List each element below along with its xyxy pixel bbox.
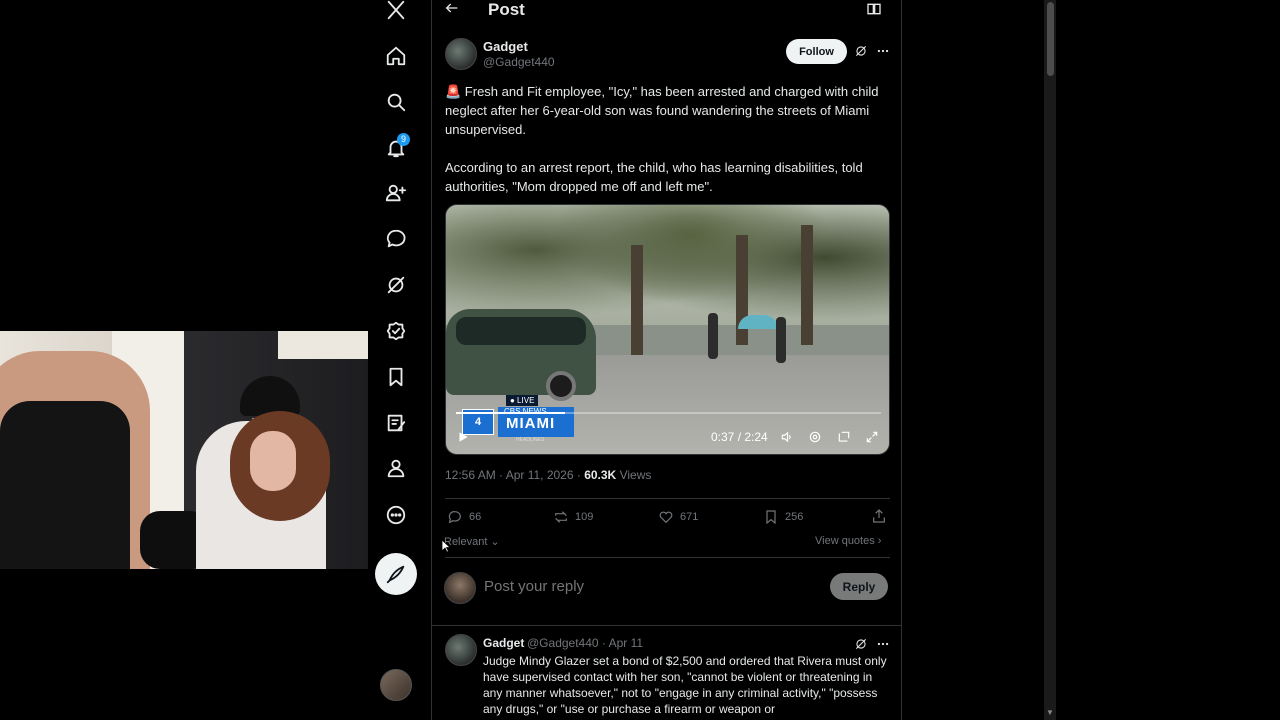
webcam-person-left-shirt	[0, 401, 130, 569]
city-name: MIAMI	[506, 415, 556, 432]
sort-dropdown[interactable]: Relevant ⌄	[444, 535, 500, 548]
scroll-down-arrow-icon[interactable]: ▼	[1046, 708, 1054, 717]
video-progress-bar[interactable]	[456, 412, 881, 414]
follow-icon[interactable]	[372, 173, 420, 213]
mouse-cursor-icon	[441, 539, 452, 553]
reply-more-icon[interactable]	[876, 637, 890, 651]
video-player[interactable]: ● LIVE 4 CBS NEWS MIAMI HEADLINES 0:37 /…	[445, 204, 890, 455]
share-icon[interactable]	[871, 508, 887, 524]
more-icon[interactable]	[372, 495, 420, 535]
like-count: 671	[680, 511, 699, 523]
video-person	[776, 317, 786, 363]
bookmarks-icon[interactable]	[372, 357, 420, 397]
video-van-window	[456, 317, 586, 345]
video-umbrella	[738, 315, 778, 329]
logo-subtitle: HEADLINES	[516, 437, 545, 443]
like-action[interactable]: 671	[658, 508, 698, 526]
post-meta: 12:56 AM · Apr 11, 2026 · 60.3K Views	[445, 468, 651, 482]
repost-action[interactable]: 109	[553, 508, 593, 526]
messages-icon[interactable]	[372, 219, 420, 259]
view-quotes-link[interactable]: View quotes ›	[815, 535, 881, 547]
play-icon[interactable]	[456, 430, 472, 446]
post-body: 🚨 Fresh and Fit employee, "Icy," has bee…	[445, 82, 890, 196]
reply-composer: Reply	[432, 560, 902, 626]
reply-icon	[448, 511, 461, 524]
siren-emoji: 🚨	[445, 84, 462, 99]
reader-mode-icon[interactable]	[866, 1, 884, 19]
reply-input[interactable]	[484, 578, 784, 595]
webcam-overlay: N-GIN	[0, 331, 368, 569]
search-icon[interactable]	[372, 82, 420, 122]
page-title: Post	[488, 0, 525, 19]
nav-rail: 9	[372, 0, 420, 720]
post-column: Post Gadget @Gadget440 Follow 🚨 Fresh an…	[431, 0, 902, 720]
account-avatar[interactable]	[380, 669, 412, 701]
grok-explain-icon[interactable]	[854, 637, 868, 651]
reply-author-meta[interactable]: @Gadget440 · Apr 11	[527, 636, 643, 650]
verified-icon[interactable]	[372, 311, 420, 351]
divider	[445, 557, 890, 558]
video-time: 0:37 / 2:24	[711, 430, 768, 444]
video-person	[708, 313, 718, 359]
video-progress-fill	[456, 412, 566, 414]
notifications-badge: 9	[397, 133, 410, 146]
bookmark-icon	[766, 510, 776, 525]
view-quotes-label: View quotes	[815, 535, 875, 547]
views-count: 60.3K	[584, 468, 617, 482]
page-scrollbar[interactable]: ▼	[1044, 0, 1056, 720]
bookmark-action[interactable]: 256	[763, 508, 803, 526]
post-header: Post	[432, 0, 902, 20]
scrollbar-thumb[interactable]	[1047, 2, 1054, 76]
settings-gear-icon[interactable]	[808, 430, 824, 446]
chevron-down-icon: ⌄	[487, 536, 500, 548]
repost-count: 109	[575, 511, 594, 523]
grok-icon[interactable]	[372, 265, 420, 305]
profile-icon[interactable]	[372, 448, 420, 488]
chevron-right-icon: ›	[874, 535, 882, 547]
reply-text: Judge Mindy Glazer set a bond of $2,500 …	[483, 654, 887, 716]
heart-icon	[659, 511, 673, 524]
reply-author-name[interactable]: Gadget	[483, 636, 524, 650]
fullscreen-icon[interactable]	[865, 430, 881, 446]
reply-author-avatar[interactable]	[445, 634, 477, 666]
volume-icon[interactable]	[780, 430, 796, 446]
grok-explain-icon[interactable]	[854, 44, 868, 58]
pip-icon[interactable]	[837, 430, 853, 446]
back-arrow-icon[interactable]	[444, 0, 464, 18]
author-avatar[interactable]	[445, 38, 477, 70]
reply-button[interactable]: Reply	[830, 573, 888, 600]
post-more-icon[interactable]	[876, 44, 890, 58]
compose-post-button[interactable]	[375, 553, 417, 595]
feather-icon	[386, 565, 405, 584]
reply-count: 66	[469, 511, 482, 523]
video-tree-trunk	[631, 245, 643, 365]
live-tag: ● LIVE	[506, 395, 539, 406]
views-label: Views	[616, 468, 652, 482]
repost-icon	[555, 511, 567, 523]
reply-user-avatar	[444, 572, 476, 604]
post-timestamp[interactable]: 12:56 AM · Apr 11, 2026 ·	[445, 468, 584, 482]
author-handle[interactable]: @Gadget440	[483, 55, 555, 69]
lists-icon[interactable]	[372, 403, 420, 443]
webcam-person-right-face	[250, 431, 296, 491]
cbs-news-logo: ● LIVE 4 CBS NEWS MIAMI HEADLINES	[454, 395, 574, 445]
author-name[interactable]: Gadget	[483, 39, 528, 54]
follow-button[interactable]: Follow	[786, 39, 847, 64]
webcam-panel	[278, 331, 368, 359]
video-tree-trunk	[801, 225, 813, 345]
divider	[445, 498, 890, 499]
notifications-icon[interactable]: 9	[372, 128, 420, 168]
bookmark-count: 256	[785, 511, 804, 523]
post-text: Fresh and Fit employee, "Icy," has been …	[445, 84, 879, 194]
reply-action[interactable]: 66	[447, 508, 481, 526]
home-icon[interactable]	[372, 36, 420, 76]
x-logo-icon[interactable]	[372, 0, 420, 30]
